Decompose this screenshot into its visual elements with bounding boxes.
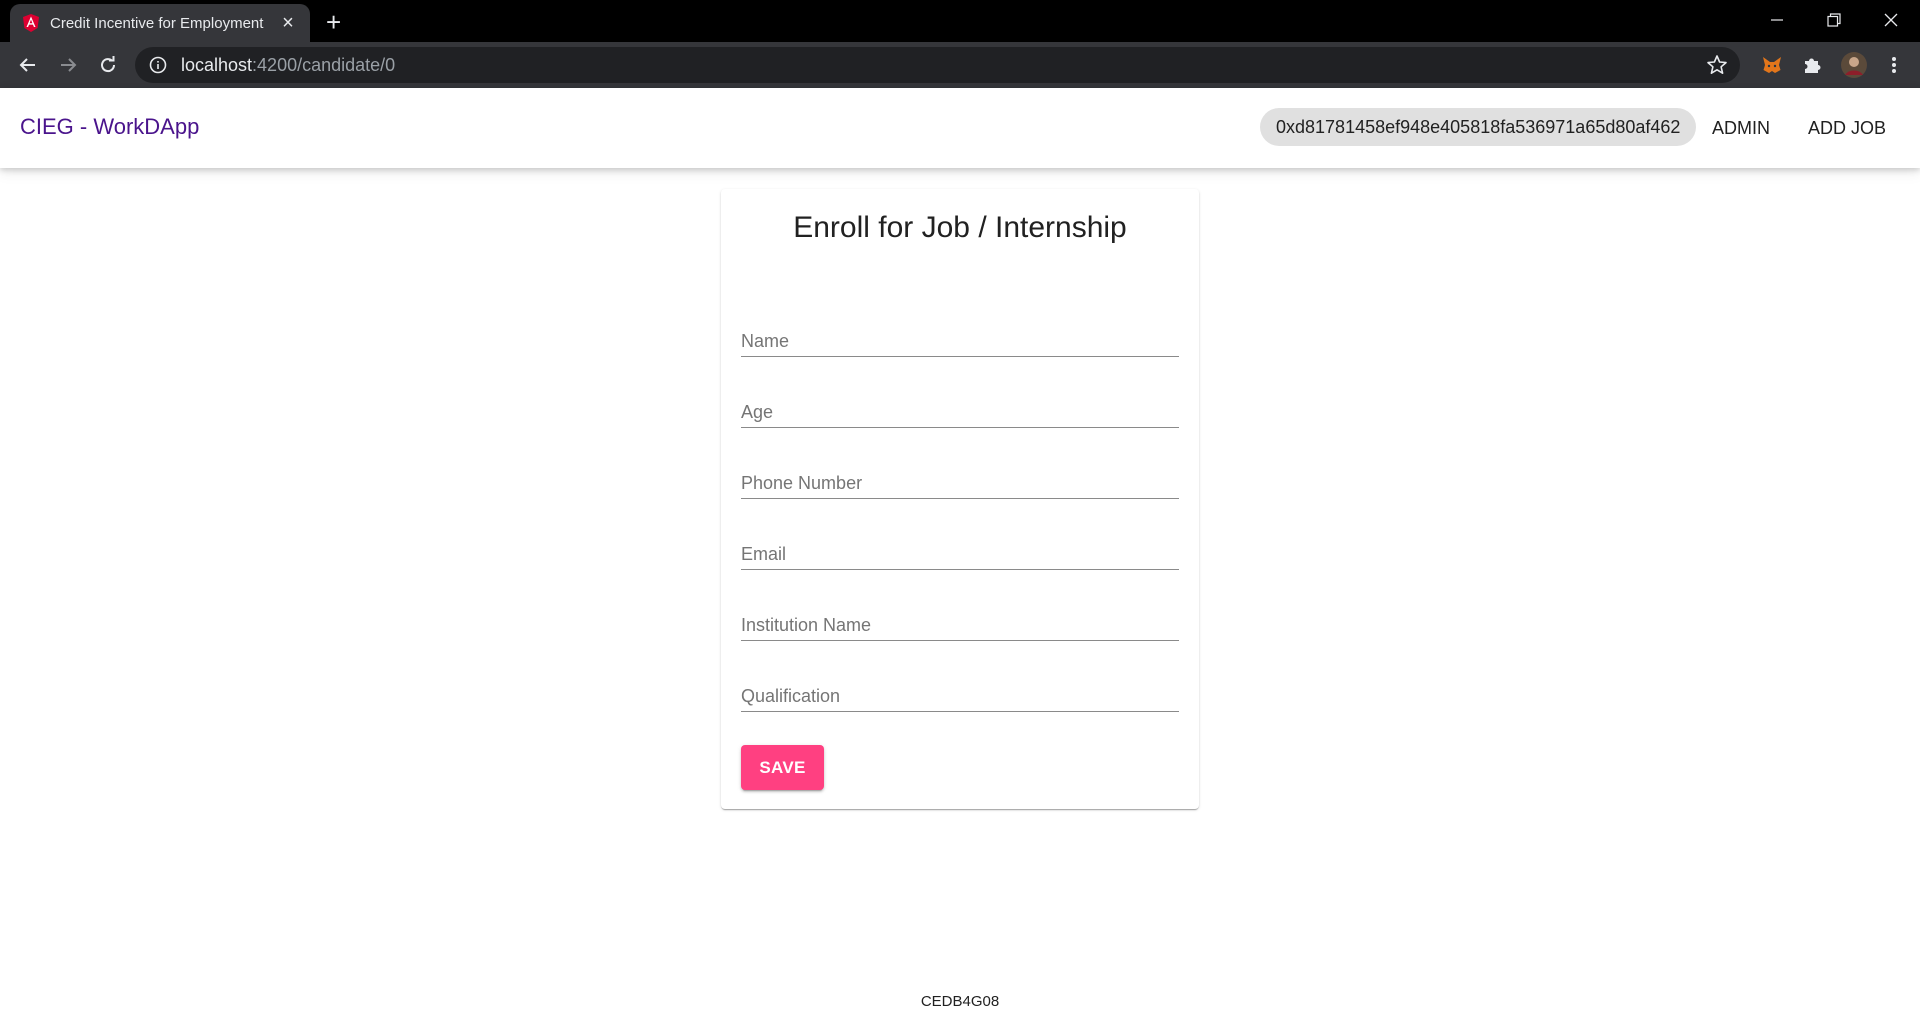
institution-name-field <box>741 591 1179 641</box>
minimize-icon[interactable] <box>1762 8 1792 32</box>
email-input[interactable] <box>741 520 1179 570</box>
email-field <box>741 520 1179 570</box>
browser-tab[interactable]: Credit Incentive for Employment × <box>10 4 310 42</box>
close-window-icon[interactable] <box>1876 8 1906 32</box>
back-icon[interactable] <box>16 53 40 77</box>
restore-icon[interactable] <box>1819 8 1849 32</box>
avatar[interactable] <box>1840 51 1868 79</box>
nav-add-job-link[interactable]: ADD JOB <box>1808 118 1886 139</box>
angular-favicon-icon <box>22 14 40 32</box>
browser-toolbar: localhost:4200/candidate/0 <box>0 42 1920 88</box>
account-address-chip[interactable]: 0xd81781458ef948e405818fa536971a65d80af4… <box>1260 108 1697 146</box>
info-icon[interactable] <box>149 56 167 74</box>
brand-title[interactable]: CIEG - WorkDApp <box>20 114 199 140</box>
qualification-field <box>741 662 1179 712</box>
puzzle-icon[interactable] <box>1800 53 1824 77</box>
phone-number-field <box>741 449 1179 499</box>
reload-icon[interactable] <box>96 53 120 77</box>
app-header: CIEG - WorkDApp 0xd81781458ef948e405818f… <box>0 88 1920 168</box>
browser-tabstrip: Credit Incentive for Employment × + <box>0 0 1920 42</box>
plus-icon[interactable]: + <box>326 9 341 35</box>
form-title: Enroll for Job / Internship <box>793 211 1127 244</box>
institution-name-input[interactable] <box>741 591 1179 641</box>
url-text: localhost:4200/candidate/0 <box>181 54 396 75</box>
metamask-icon[interactable] <box>1760 53 1784 77</box>
nav-admin-link[interactable]: ADMIN <box>1712 118 1770 139</box>
address-bar[interactable]: localhost:4200/candidate/0 <box>135 47 1740 83</box>
footer-code: CEDB4G08 <box>920 993 1000 1010</box>
phone-number-input[interactable] <box>741 449 1179 499</box>
name-field <box>741 307 1179 357</box>
close-icon[interactable]: × <box>278 12 298 35</box>
star-icon[interactable] <box>1706 54 1728 81</box>
save-button[interactable]: SAVE <box>741 745 824 790</box>
age-input[interactable] <box>741 378 1179 428</box>
more-vert-icon[interactable] <box>1882 53 1906 77</box>
age-field <box>741 378 1179 428</box>
name-input[interactable] <box>741 307 1179 357</box>
forward-icon[interactable] <box>56 53 80 77</box>
tab-title: Credit Incentive for Employment <box>50 14 264 32</box>
qualification-input[interactable] <box>741 662 1179 712</box>
enroll-form-card: Enroll for Job / Internship SAVE <box>721 189 1199 809</box>
